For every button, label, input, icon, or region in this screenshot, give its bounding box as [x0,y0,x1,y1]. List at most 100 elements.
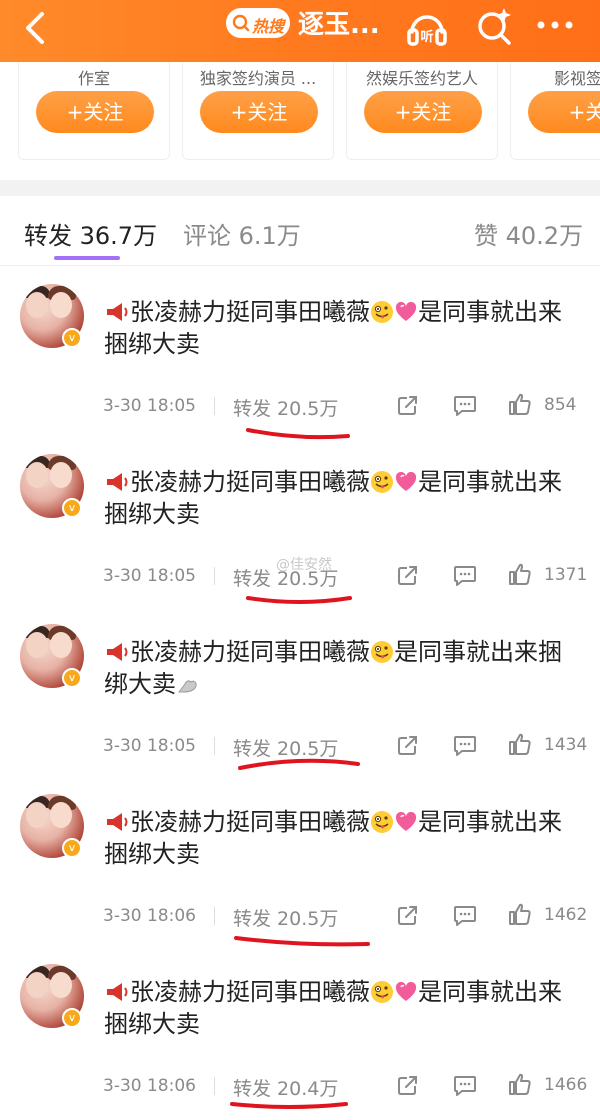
avatar-detail [26,632,48,658]
repost-item[interactable]: v 张凌赫力挺同事田曦薇 是同事就出来捆绑大卖 3-30 18:06 转发 20… [0,946,600,1116]
share-icon[interactable] [397,394,419,416]
recommended-card[interactable]: 然娱乐签约艺人 +关注 [346,62,498,160]
meta-divider [214,907,215,925]
repost-count[interactable]: 转发 20.5万 [233,904,338,931]
repost-item[interactable]: v 张凌赫力挺同事田曦薇 是同事就出来捆绑大卖 3-30 18:05 转发 20… [0,606,600,776]
follow-button[interactable]: +关注 [36,91,154,133]
tab-bar: 转发 36.7万 评论 6.1万 赞 40.2万 [0,196,600,266]
post-text-part: 张凌赫力挺同事田曦薇 [130,978,370,1006]
meta-divider [214,397,215,415]
repost-item[interactable]: v 张凌赫力挺同事田曦薇 是同事就出来捆绑大卖 3-30 18:05 转发 20… [0,266,600,436]
watermark-text: @佳安然 [276,557,332,573]
megaphone-emoji-icon [107,643,128,661]
active-tab-indicator [54,256,120,260]
card-description: 作室 [77,69,110,88]
post-text: 张凌赫力挺同事田曦薇 是同事就出来捆绑大卖 [104,636,584,700]
post-text: 张凌赫力挺同事田曦薇 是同事就出来捆绑大卖 [104,976,584,1040]
like-count[interactable]: 1466 [544,1075,587,1095]
avatar-detail [50,632,72,658]
post-timestamp: 3-30 18:06 [103,1076,196,1096]
like-count[interactable]: 1462 [544,905,587,925]
thumbs-up-icon[interactable] [508,1072,532,1096]
megaphone-emoji-icon [107,983,128,1001]
post-text-part: 张凌赫力挺同事田曦薇 [130,468,370,496]
avatar-detail [26,292,48,318]
comment-icon[interactable] [453,904,477,926]
hot-search-label: 热搜 [252,17,285,36]
post-timestamp: 3-30 18:05 [103,396,196,416]
back-chevron-icon[interactable] [18,8,54,48]
zany-face-emoji-icon [371,811,393,833]
repost-count[interactable]: 转发 20.5万 [233,734,338,761]
pink-heart-emoji-icon [395,981,417,1001]
recommended-card[interactable]: 影视签约 +关 [510,62,600,160]
verified-badge-icon: v [62,838,82,858]
hot-search-icon [232,14,250,32]
flexed-arm-emoji-icon [178,680,197,693]
comment-icon[interactable] [453,394,477,416]
zany-face-emoji-icon [371,641,393,663]
section-divider [0,180,600,196]
thumbs-up-icon[interactable] [508,732,532,756]
post-text: 张凌赫力挺同事田曦薇 是同事就出来捆绑大卖 [104,806,584,870]
verified-badge-icon: v [62,668,82,688]
post-timestamp: 3-30 18:06 [103,906,196,926]
recommended-accounts-strip[interactable]: 作室 +关注 独家签约演员 ... +关注 然娱乐签约艺人 +关注 影视签约 +… [0,62,600,180]
comment-icon[interactable] [453,734,477,756]
like-count[interactable]: 854 [544,395,576,415]
follow-button[interactable]: +关注 [364,91,482,133]
repost-count[interactable]: 转发 20.4万 [233,1074,338,1101]
thumbs-up-icon[interactable] [508,562,532,586]
avatar-detail [26,802,48,828]
like-count[interactable]: 1371 [544,565,587,585]
post-timestamp: 3-30 18:05 [103,736,196,756]
tab-repost[interactable]: 转发 36.7万 [24,216,157,251]
recommended-card[interactable]: 作室 +关注 [18,62,170,160]
zany-face-emoji-icon [371,471,393,493]
page-title: 逐玉... [298,10,380,40]
more-dots-icon[interactable] [534,10,576,40]
verified-badge-icon: v [62,498,82,518]
meta-divider [214,1077,215,1095]
card-description: 独家签约演员 ... [199,69,317,88]
repost-item[interactable]: v 张凌赫力挺同事田曦薇 是同事就出来捆绑大卖 3-30 18:05 转发 20… [0,436,600,606]
tab-like[interactable]: 赞 40.2万 [474,216,583,251]
follow-button[interactable]: +关 [528,91,600,133]
card-description: 影视签约 [553,69,600,88]
meta-divider [214,567,215,585]
pink-heart-emoji-icon [395,301,417,321]
zany-face-emoji-icon [371,301,393,323]
headphones-icon[interactable]: 听 [404,4,450,48]
hot-search-pill[interactable]: 热搜 [226,8,290,38]
top-bar: 热搜 逐玉... 听 [0,0,600,62]
thumbs-up-icon[interactable] [508,902,532,926]
avatar-detail [26,972,48,998]
post-text-part: 张凌赫力挺同事田曦薇 [130,808,370,836]
avatar-detail [50,802,72,828]
verified-badge-icon: v [62,1008,82,1028]
repost-count[interactable]: 转发 20.5万 [233,394,338,421]
share-icon[interactable] [397,1074,419,1096]
share-icon[interactable] [397,734,419,756]
avatar-detail [26,462,48,488]
card-description: 然娱乐签约艺人 [365,69,478,88]
megaphone-emoji-icon [107,303,128,321]
post-text-part: 张凌赫力挺同事田曦薇 [130,298,370,326]
search-sparkle-icon[interactable] [474,4,514,48]
comment-icon[interactable] [453,1074,477,1096]
avatar-detail [50,462,72,488]
pink-heart-emoji-icon [395,471,417,491]
comment-icon[interactable] [453,564,477,586]
recommended-card[interactable]: 独家签约演员 ... +关注 [182,62,334,160]
pink-heart-emoji-icon [395,811,417,831]
repost-item[interactable]: v 张凌赫力挺同事田曦薇 是同事就出来捆绑大卖 3-30 18:06 转发 20… [0,776,600,946]
follow-button[interactable]: +关注 [200,91,318,133]
like-count[interactable]: 1434 [544,735,587,755]
avatar-detail [50,292,72,318]
share-icon[interactable] [397,564,419,586]
tab-comment[interactable]: 评论 6.1万 [183,216,301,251]
share-icon[interactable] [397,904,419,926]
thumbs-up-icon[interactable] [508,392,532,416]
zany-face-emoji-icon [371,981,393,1003]
verified-badge-icon: v [62,328,82,348]
